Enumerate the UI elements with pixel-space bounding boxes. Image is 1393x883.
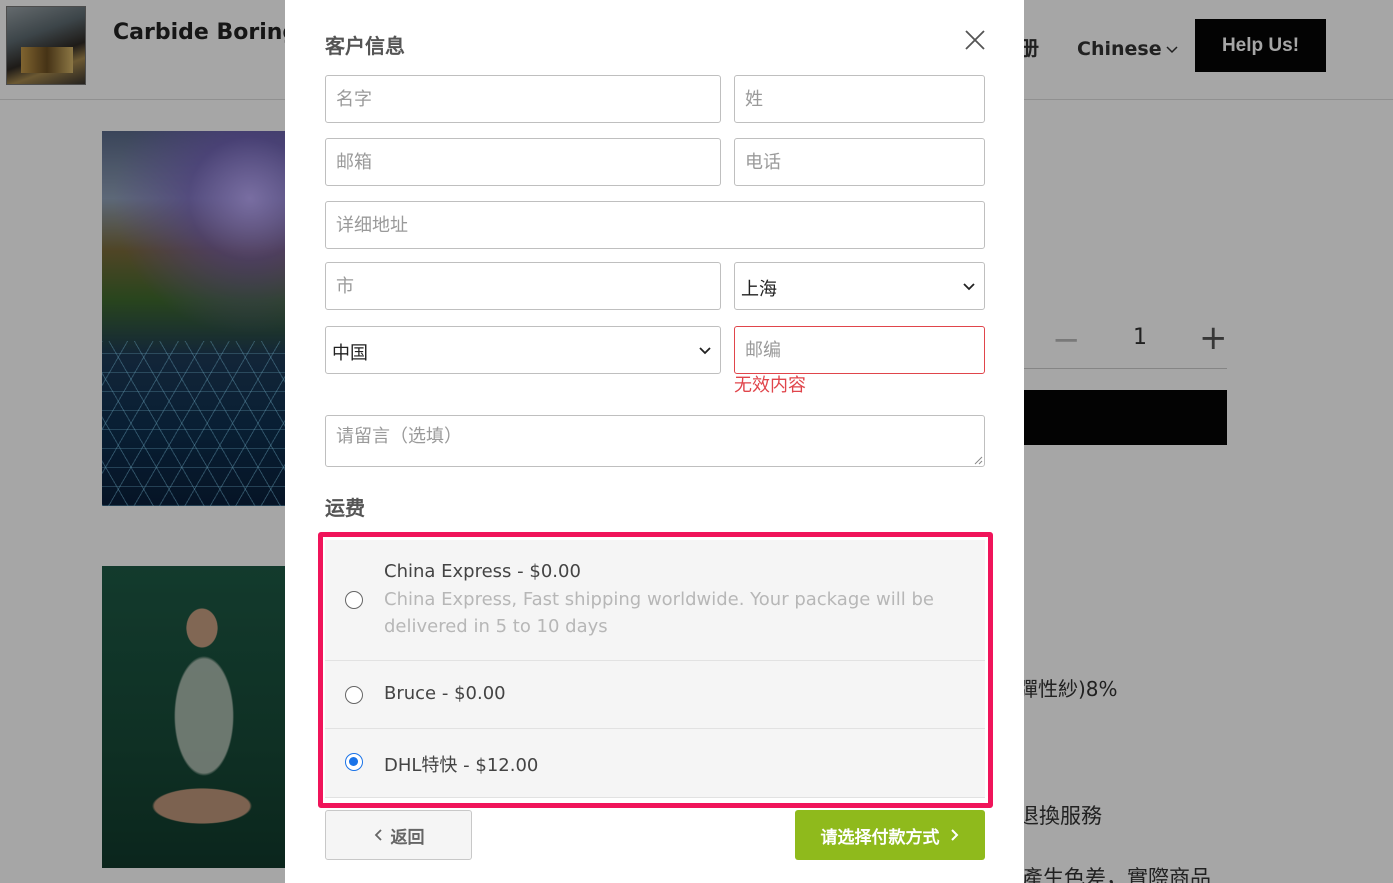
first-name-input[interactable] [325,75,721,123]
country-value: 中国 [332,343,368,364]
close-button[interactable] [961,26,989,54]
shipping-radio[interactable] [345,591,363,609]
select-payment-button[interactable]: 请选择付款方式 [795,810,985,860]
chevron-left-icon [374,829,382,841]
close-icon [965,30,985,50]
shipping-option-china-express[interactable]: China Express - $0.00 China Express, Fas… [325,540,985,661]
address-input[interactable] [325,201,985,249]
last-name-input[interactable] [734,75,985,123]
postcode-error-message: 无效内容 [734,375,806,396]
shipping-option-bruce[interactable]: Bruce - $0.00 [325,661,985,729]
phone-input[interactable] [734,138,985,186]
email-input[interactable] [325,138,721,186]
chevron-right-icon [950,829,958,841]
shipping-radio[interactable] [345,686,363,704]
back-button-label: 返回 [390,827,425,848]
shipping-option-description: China Express, Fast shipping worldwide. … [384,589,934,637]
modal-title: 客户信息 [325,34,405,58]
country-select[interactable]: 中国 [325,326,721,374]
province-value: 上海 [741,279,777,300]
select-payment-label: 请选择付款方式 [820,827,940,848]
shipping-section-title: 运费 [325,496,365,520]
checkout-modal: 客户信息 上海 中国 无效内容 运费 China Express - $0.00… [285,0,1024,883]
resize-handle-icon[interactable] [973,455,983,465]
province-select[interactable]: 上海 [734,262,985,310]
shipping-option-label: China Express - $0.00 [384,561,581,582]
postcode-input[interactable] [734,326,985,374]
chevron-down-icon [699,347,711,355]
shipping-radio-selected[interactable] [345,753,363,771]
message-textarea[interactable] [325,415,985,467]
shipping-option-dhl[interactable]: DHL特快 - $12.00 [325,729,985,798]
shipping-option-label: Bruce - $0.00 [384,683,506,704]
city-input[interactable] [325,262,721,310]
back-button[interactable]: 返回 [325,810,472,860]
chevron-down-icon [963,283,975,291]
shipping-option-label: DHL特快 - $12.00 [384,755,539,776]
shipping-options-list: China Express - $0.00 China Express, Fas… [325,540,985,798]
